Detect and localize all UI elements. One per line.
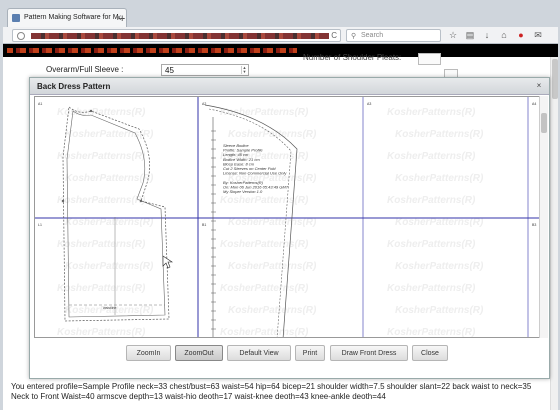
default-view-button[interactable]: Default View [227,345,291,361]
watermark-text: KosherPatterns(R) [228,217,317,228]
zoom-out-button[interactable]: ZoomOut [175,345,223,361]
watermark-text: KosherPatterns(R) [387,151,476,162]
overarm-spin-icon[interactable]: ▲ ▼ [241,66,247,74]
redacted-bookmarks-bar [3,44,558,57]
toolbar-icons: ☆ ▤ ↓ ⌂ ● ✉ [448,28,543,42]
watermark-text: KosherPatterns(R) [387,327,476,338]
page-scroll-thumb[interactable] [552,59,558,99]
status-text: You entered profile=Sample Profile neck=… [11,382,532,401]
redacted-text [7,48,297,53]
pattern-svg: KosherPatterns(R) KosherPatterns(R) Kosher… [35,97,539,338]
watermark-text: KosherPatterns(R) [57,151,146,162]
new-tab-button[interactable]: + [119,13,125,25]
overarm-label: Overarm/Full Sleeve : [46,65,124,74]
page-label: A1 [38,102,42,106]
watermark-text: KosherPatterns(R) [65,261,154,272]
pocket-icon[interactable]: ● [516,30,526,40]
notch-point [61,199,65,203]
close-button[interactable]: Close [412,345,448,361]
page-labels: A1 A2 A3 A4L1 B1 B3 [38,102,536,227]
watermark-text: KosherPatterns(R) [65,129,154,140]
watermark-text: KosherPatterns(R) [395,261,484,272]
watermark-text: KosherPatterns(R) [65,217,154,228]
dialog-close-icon[interactable]: × [534,81,544,91]
watermark-text: KosherPatterns(R) [387,239,476,250]
zoom-in-button[interactable]: ZoomIn [126,345,171,361]
dialog-title: Back Dress Pattern [30,78,549,95]
sleeve-tick-marks [211,130,216,330]
watermark-text: KosherPatterns(R) [220,195,309,206]
watermark-text: KosherPatterns(R) [228,261,317,272]
mouse-cursor-icon [162,255,173,269]
dialog-scrollbar[interactable] [539,96,548,338]
watermark-layer: KosherPatterns(R) KosherPatterns(R) Kosher… [57,107,484,338]
browser-window: Pattern Making Software for M... x + C ⚲… [0,0,560,410]
page-label: B1 [202,223,206,227]
watermark-text: KosherPatterns(R) [65,173,154,184]
watermark-text: KosherPatterns(R) [387,283,476,294]
notch-point [89,109,93,113]
pattern-canvas[interactable]: KosherPatterns(R) KosherPatterns(R) Kosher… [34,96,540,338]
watermark-text: KosherPatterns(R) [220,327,309,338]
overarm-value: 45 [165,66,174,75]
shoulder-pleats-label: Number of Shoulder Pleats: [303,53,402,62]
sleeve-info-line: My Sloper Version 1.0 [223,189,263,194]
watermark-text: KosherPatterns(R) [387,195,476,206]
dialog-scroll-thumb[interactable] [541,113,547,133]
browser-toolbar: C ⚲ Search ☆ ▤ ↓ ⌂ ● ✉ [3,27,558,44]
site-info-icon[interactable] [17,32,25,40]
watermark-text: KosherPatterns(R) [228,129,317,140]
watermark-text: KosherPatterns(R) [228,305,317,316]
pattern-dialog: Back Dress Pattern × KosherPatterns(R) Ko… [29,77,550,379]
page-label: B3 [532,223,536,227]
watermark-text: KosherPatterns(R) [220,239,309,250]
star-icon[interactable]: ☆ [448,30,458,41]
watermark-text: KosherPatterns(R) [395,173,484,184]
search-icon: ⚲ [351,33,357,40]
url-text-redacted [31,33,329,39]
page-label: A3 [367,102,371,106]
watermark-text: KosherPatterns(R) [395,217,484,228]
download-icon[interactable]: ↓ [482,30,492,40]
watermark-text: KosherPatterns(R) [57,107,146,118]
home-icon[interactable]: ⌂ [499,30,509,40]
seam-label: waistline [103,306,116,310]
notch-point [139,199,143,203]
tab-strip: Pattern Making Software for M... x + [3,4,558,27]
chat-icon[interactable]: ✉ [533,30,543,41]
page-label: L1 [38,223,42,227]
sleeve-info-line: License: Non Commercial Use Only [223,171,287,176]
tab-title: Pattern Making Software for M... [24,14,125,21]
dialog-button-bar: ZoomIn ZoomOut Default View Print Draw F… [30,341,549,365]
search-placeholder: Search [361,32,384,39]
page-scrollbar[interactable] [550,57,558,410]
overarm-input[interactable]: 45 ▲ ▼ [161,64,249,76]
reload-icon[interactable]: C [331,31,337,40]
watermark-text: KosherPatterns(R) [220,283,309,294]
favicon-icon [12,14,20,22]
print-button[interactable]: Print [295,345,325,361]
watermark-text: KosherPatterns(R) [57,327,146,338]
page-label: A4 [532,102,536,106]
watermark-text: KosherPatterns(R) [57,239,146,250]
search-input[interactable]: ⚲ Search [346,29,441,42]
watermark-text: KosherPatterns(R) [220,107,309,118]
reading-list-icon[interactable]: ▤ [465,30,475,41]
watermark-text: KosherPatterns(R) [57,195,146,206]
browser-tab[interactable]: Pattern Making Software for M... x [7,8,127,27]
draw-front-dress-button[interactable]: Draw Front Dress [330,345,408,361]
watermark-text: KosherPatterns(R) [387,107,476,118]
watermark-text: KosherPatterns(R) [395,129,484,140]
watermark-text: KosherPatterns(R) [395,305,484,316]
url-bar[interactable]: C [12,29,341,42]
shoulder-pleats-input[interactable] [418,53,441,65]
watermark-text: KosherPatterns(R) [57,283,146,294]
